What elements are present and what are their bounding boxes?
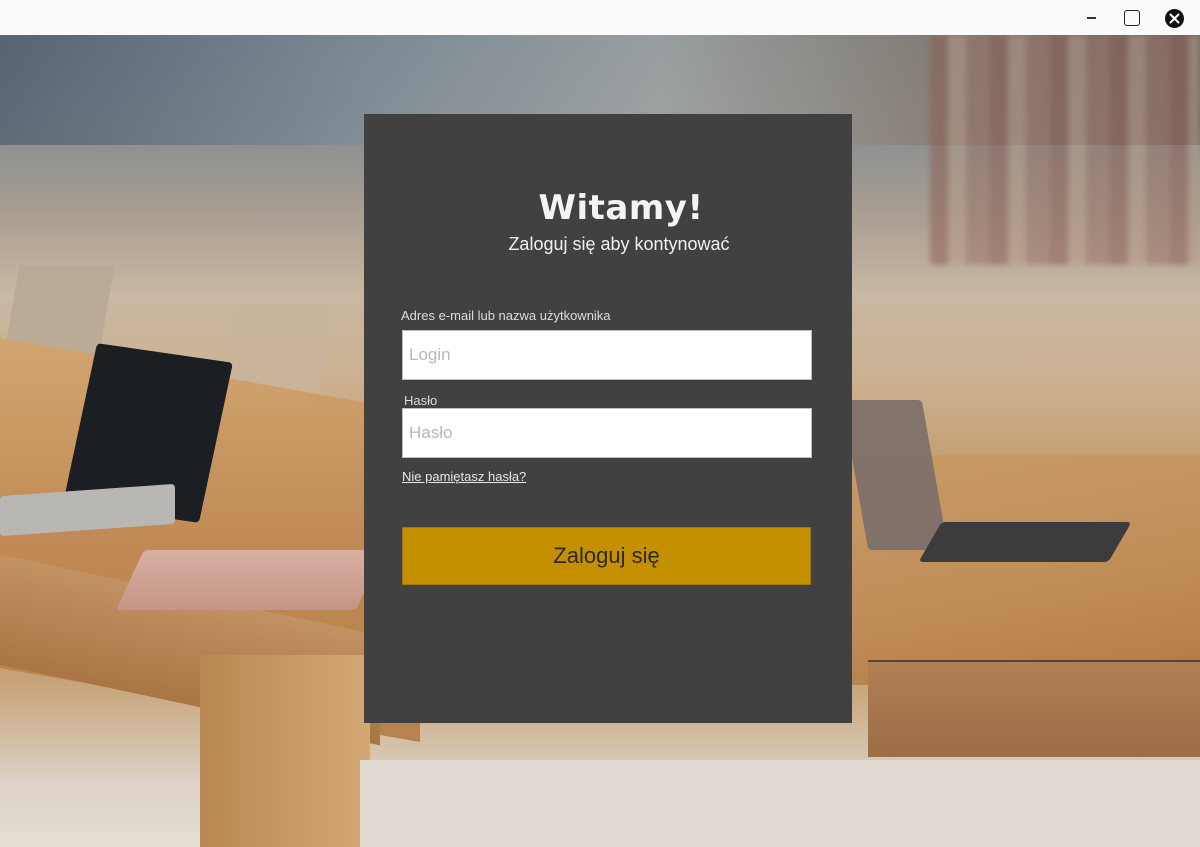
close-icon (1164, 8, 1184, 28)
password-input[interactable] (402, 408, 812, 458)
close-button[interactable] (1161, 5, 1187, 31)
login-panel: Witamy! Zaloguj się aby kontynować Adres… (364, 114, 852, 723)
minimize-icon (1086, 17, 1096, 19)
minimize-button[interactable] (1078, 5, 1104, 31)
login-button[interactable]: Zaloguj się (402, 527, 811, 585)
maximize-button[interactable] (1119, 5, 1145, 31)
maximize-icon (1124, 10, 1140, 26)
window-titlebar (0, 0, 1200, 35)
username-label: Adres e-mail lub nazwa użytkownika (401, 308, 611, 323)
username-input[interactable] (402, 330, 812, 380)
password-label: Hasło (404, 393, 438, 408)
welcome-title: Witamy! (538, 188, 704, 228)
login-subtitle: Zaloguj się aby kontynować (508, 234, 730, 254)
forgot-password-link[interactable]: Nie pamiętasz hasła? (402, 469, 526, 484)
